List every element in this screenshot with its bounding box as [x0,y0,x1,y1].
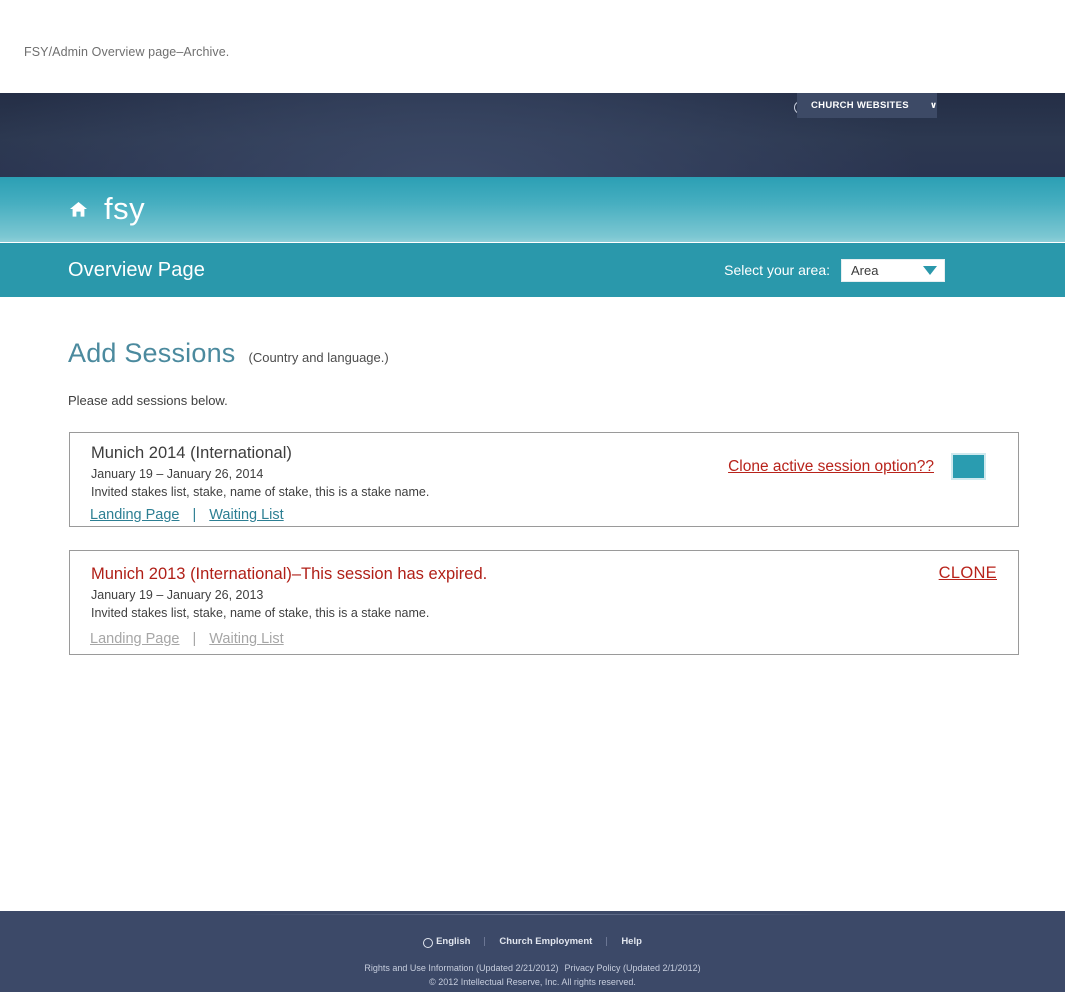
link-separator: | [192,507,197,523]
footer-links: English Church Employment Help [0,936,1065,948]
church-global-header: English Sign In/Tools▾ CHURCH WEBSITES ∨… [0,93,1065,177]
session-card-expired: Munich 2013 (International)–This session… [69,550,1019,655]
church-websites-button[interactable]: CHURCH WEBSITES ∨ [797,93,937,118]
home-icon[interactable] [70,202,87,217]
area-select-value: Area [851,262,879,278]
add-sessions-note: (Country and language.) [248,350,389,365]
chevron-down-icon [923,265,937,275]
privacy-policy-link[interactable]: Privacy Policy (Updated 2/1/2012) [565,963,701,973]
clone-active-session-link[interactable]: Clone active session option?? [728,458,934,476]
instruction-text: Please add sessions below. [68,393,228,408]
waiting-list-link[interactable]: Waiting List [209,507,283,523]
fsy-site-banner: fsy [0,177,1065,242]
clone-action-swatch[interactable] [951,453,986,480]
main-content: Add Sessions (Country and language.) Ple… [0,297,1065,655]
waiting-list-link-disabled: Waiting List [209,631,284,647]
session-stakes: Invited stakes list, stake, name of stak… [91,606,430,620]
session-stakes: Invited stakes list, stake, name of stak… [91,485,430,499]
session-dates: January 19 – January 26, 2013 [91,588,264,602]
session-card-active: Munich 2014 (International) January 19 –… [69,432,1019,527]
area-label: Select your area: [724,262,830,278]
session-links-disabled: Landing Page | Waiting List [90,631,284,647]
church-websites-label: CHURCH WEBSITES [811,100,909,111]
landing-page-link[interactable]: Landing Page [90,507,180,523]
footer-language-label: English [436,936,471,947]
page-caption: FSY/Admin Overview page–Archive. [24,45,230,59]
link-separator: | [192,631,197,647]
footer-legal-line-1: Rights and Use Information (Updated 2/21… [0,962,1065,976]
site-name[interactable]: fsy [104,193,145,224]
footer-divider [232,914,832,915]
session-links: Landing Page | Waiting List [90,507,284,523]
landing-page-link-disabled: Landing Page [90,631,180,647]
footer-help-link[interactable]: Help [621,936,642,947]
area-selector-group: Select your area: Area [724,258,945,282]
footer-divider-1 [484,937,486,946]
session-dates: January 19 – January 26, 2014 [91,467,264,481]
rights-and-use-link[interactable]: Rights and Use Information (Updated 2/21… [364,963,558,973]
add-sessions-heading-row: Add Sessions (Country and language.) [68,338,1065,369]
overview-page-bar: Overview Page Select your area: Area [0,243,1065,297]
footer-church-employment-link[interactable]: Church Employment [499,936,592,947]
page-title: Overview Page [68,258,205,281]
area-select[interactable]: Area [841,258,945,282]
add-sessions-heading: Add Sessions [68,338,236,368]
footer-copyright: © 2012 Intellectual Reserve, Inc. All ri… [429,976,636,987]
session-title: Munich 2014 (International) [91,444,292,462]
clone-active-group: Clone active session option?? [728,453,986,480]
footer-legal: Rights and Use Information (Updated 2/21… [0,962,1065,990]
footer-divider-2 [606,937,608,946]
globe-icon [423,937,434,948]
chevron-down-icon: ∨ [929,100,938,110]
clone-button[interactable]: CLONE [939,564,997,583]
session-title: Munich 2013 (International)–This session… [91,565,488,583]
footer-language-link[interactable]: English [423,936,471,948]
site-footer: English Church Employment Help Rights an… [0,911,1065,992]
